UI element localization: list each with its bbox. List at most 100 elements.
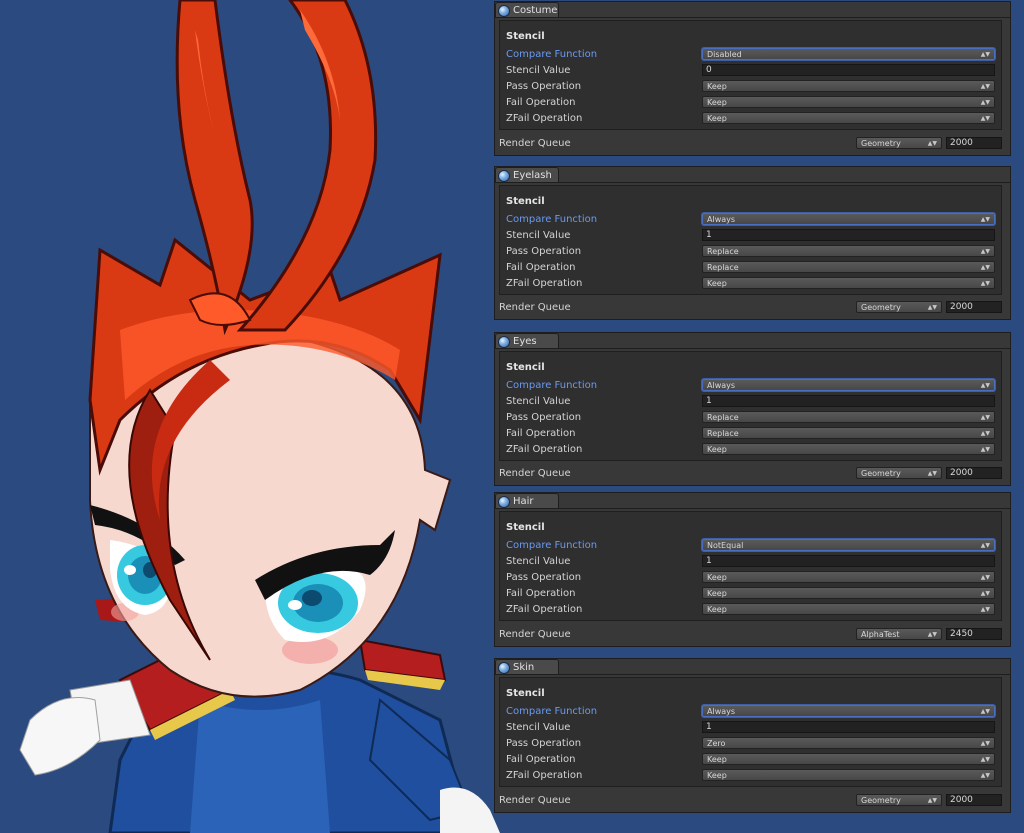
fail-operation-label: Fail Operation — [506, 587, 576, 599]
render-queue-dropdown[interactable]: Geometry ▲▼ — [856, 137, 942, 149]
updown-arrow-icon: ▲▼ — [980, 50, 990, 58]
material-panel-costume: Costume Stencil Compare Function Disabled… — [495, 2, 1010, 155]
pass-operation-dropdown[interactable]: Zero ▲▼ — [702, 737, 995, 749]
render-queue-row: Render Queue Geometry ▲▼ 2000 — [499, 793, 1002, 807]
compare-function-dropdown[interactable]: Always ▲▼ — [702, 379, 995, 391]
stencil-value-row: Stencil Value 1 — [506, 228, 997, 242]
zfail-operation-dropdown[interactable]: Keep ▲▼ — [702, 443, 995, 455]
panel-body: Stencil Compare Function NotEqual ▲▼ Stenc… — [495, 508, 1010, 646]
material-tab-hair[interactable]: Hair — [495, 493, 559, 509]
render-queue-value-field[interactable]: 2450 — [946, 628, 1002, 640]
updown-arrow-icon: ▲▼ — [980, 605, 990, 613]
pass-operation-row: Pass Operation Keep ▲▼ — [506, 79, 997, 93]
render-queue-value-field[interactable]: 2000 — [946, 467, 1002, 479]
material-panel-eyes: Eyes Stencil Compare Function Always ▲▼ St… — [495, 333, 1010, 485]
updown-arrow-icon: ▲▼ — [980, 98, 990, 106]
fail-operation-dropdown[interactable]: Keep ▲▼ — [702, 587, 995, 599]
fail-operation-label: Fail Operation — [506, 96, 576, 108]
pass-operation-dropdown[interactable]: Keep ▲▼ — [702, 80, 995, 92]
render-queue-row: Render Queue AlphaTest ▲▼ 2450 — [499, 627, 1002, 641]
pass-operation-row: Pass Operation Zero ▲▼ — [506, 736, 997, 750]
zfail-operation-row: ZFail Operation Keep ▲▼ — [506, 768, 997, 782]
pass-operation-label: Pass Operation — [506, 245, 582, 257]
fail-operation-dropdown[interactable]: Keep ▲▼ — [702, 96, 995, 108]
stencil-value-row: Stencil Value 0 — [506, 63, 997, 77]
render-queue-value-field[interactable]: 2000 — [946, 137, 1002, 149]
render-queue-value-field[interactable]: 2000 — [946, 301, 1002, 313]
stencil-section: Stencil Compare Function Always ▲▼ Stencil… — [499, 185, 1002, 295]
compare-function-dropdown[interactable]: Disabled ▲▼ — [702, 48, 995, 60]
updown-arrow-icon: ▲▼ — [927, 796, 937, 804]
compare-function-label: Compare Function — [506, 213, 598, 225]
compare-function-label: Compare Function — [506, 48, 598, 60]
zfail-operation-dropdown[interactable]: Keep ▲▼ — [702, 112, 995, 124]
updown-arrow-icon: ▲▼ — [980, 279, 990, 287]
zfail-operation-dropdown[interactable]: Keep ▲▼ — [702, 769, 995, 781]
fail-operation-label: Fail Operation — [506, 261, 576, 273]
pass-operation-dropdown[interactable]: Keep ▲▼ — [702, 571, 995, 583]
render-queue-dropdown[interactable]: Geometry ▲▼ — [856, 467, 942, 479]
updown-arrow-icon: ▲▼ — [980, 413, 990, 421]
compare-function-dropdown[interactable]: Always ▲▼ — [702, 705, 995, 717]
render-queue-dropdown[interactable]: AlphaTest ▲▼ — [856, 628, 942, 640]
fail-operation-dropdown[interactable]: Replace ▲▼ — [702, 261, 995, 273]
render-queue-row: Render Queue Geometry ▲▼ 2000 — [499, 300, 1002, 314]
render-queue-dropdown[interactable]: Geometry ▲▼ — [856, 794, 942, 806]
updown-arrow-icon: ▲▼ — [980, 707, 990, 715]
stencil-section: Stencil Compare Function Always ▲▼ Stencil… — [499, 351, 1002, 461]
pass-operation-row: Pass Operation Keep ▲▼ — [506, 570, 997, 584]
material-sphere-icon — [499, 5, 509, 16]
fail-operation-dropdown[interactable]: Replace ▲▼ — [702, 427, 995, 439]
updown-arrow-icon: ▲▼ — [980, 263, 990, 271]
compare-function-dropdown[interactable]: Always ▲▼ — [702, 213, 995, 225]
render-queue-value-field[interactable]: 2000 — [946, 794, 1002, 806]
zfail-operation-dropdown[interactable]: Keep ▲▼ — [702, 277, 995, 289]
render-queue-label: Render Queue — [499, 137, 571, 149]
render-queue-label: Render Queue — [499, 467, 571, 479]
stencil-section: Stencil Compare Function Disabled ▲▼ Stenc… — [499, 20, 1002, 130]
stencil-value-field[interactable]: 1 — [702, 721, 995, 733]
panel-body: Stencil Compare Function Disabled ▲▼ Stenc… — [495, 17, 1010, 155]
material-tab-eyes[interactable]: Eyes — [495, 333, 559, 349]
material-tab-eyelash[interactable]: Eyelash — [495, 167, 559, 183]
stencil-section: Stencil Compare Function Always ▲▼ Stencil… — [499, 677, 1002, 787]
pass-operation-dropdown[interactable]: Replace ▲▼ — [702, 245, 995, 257]
pass-operation-label: Pass Operation — [506, 411, 582, 423]
stencil-value-field[interactable]: 0 — [702, 64, 995, 76]
render-queue-label: Render Queue — [499, 628, 571, 640]
fail-operation-row: Fail Operation Keep ▲▼ — [506, 95, 997, 109]
updown-arrow-icon: ▲▼ — [927, 303, 937, 311]
render-queue-row: Render Queue Geometry ▲▼ 2000 — [499, 136, 1002, 150]
panel-body: Stencil Compare Function Always ▲▼ Stencil… — [495, 348, 1010, 485]
updown-arrow-icon: ▲▼ — [927, 630, 937, 638]
stencil-title: Stencil — [506, 362, 545, 373]
updown-arrow-icon: ▲▼ — [980, 541, 990, 549]
material-tab-skin[interactable]: Skin — [495, 659, 559, 675]
pass-operation-row: Pass Operation Replace ▲▼ — [506, 410, 997, 424]
compare-function-dropdown[interactable]: NotEqual ▲▼ — [702, 539, 995, 551]
zfail-operation-row: ZFail Operation Keep ▲▼ — [506, 442, 997, 456]
stencil-value-field[interactable]: 1 — [702, 395, 995, 407]
updown-arrow-icon: ▲▼ — [980, 429, 990, 437]
render-queue-dropdown[interactable]: Geometry ▲▼ — [856, 301, 942, 313]
material-panel-eyelash: Eyelash Stencil Compare Function Always ▲▼… — [495, 167, 1010, 319]
updown-arrow-icon: ▲▼ — [980, 589, 990, 597]
compare-function-row: Compare Function Always ▲▼ — [506, 378, 997, 392]
updown-arrow-icon: ▲▼ — [980, 247, 990, 255]
material-sphere-icon — [499, 496, 509, 507]
stencil-value-row: Stencil Value 1 — [506, 394, 997, 408]
updown-arrow-icon: ▲▼ — [980, 82, 990, 90]
pass-operation-dropdown[interactable]: Replace ▲▼ — [702, 411, 995, 423]
fail-operation-dropdown[interactable]: Keep ▲▼ — [702, 753, 995, 765]
stencil-title: Stencil — [506, 31, 545, 42]
panel-body: Stencil Compare Function Always ▲▼ Stencil… — [495, 674, 1010, 812]
material-tab-costume[interactable]: Costume — [495, 2, 559, 18]
stencil-value-row: Stencil Value 1 — [506, 720, 997, 734]
stencil-value-label: Stencil Value — [506, 229, 571, 241]
stencil-value-field[interactable]: 1 — [702, 555, 995, 567]
zfail-operation-label: ZFail Operation — [506, 277, 583, 289]
fail-operation-label: Fail Operation — [506, 427, 576, 439]
stencil-value-field[interactable]: 1 — [702, 229, 995, 241]
zfail-operation-dropdown[interactable]: Keep ▲▼ — [702, 603, 995, 615]
pass-operation-row: Pass Operation Replace ▲▼ — [506, 244, 997, 258]
